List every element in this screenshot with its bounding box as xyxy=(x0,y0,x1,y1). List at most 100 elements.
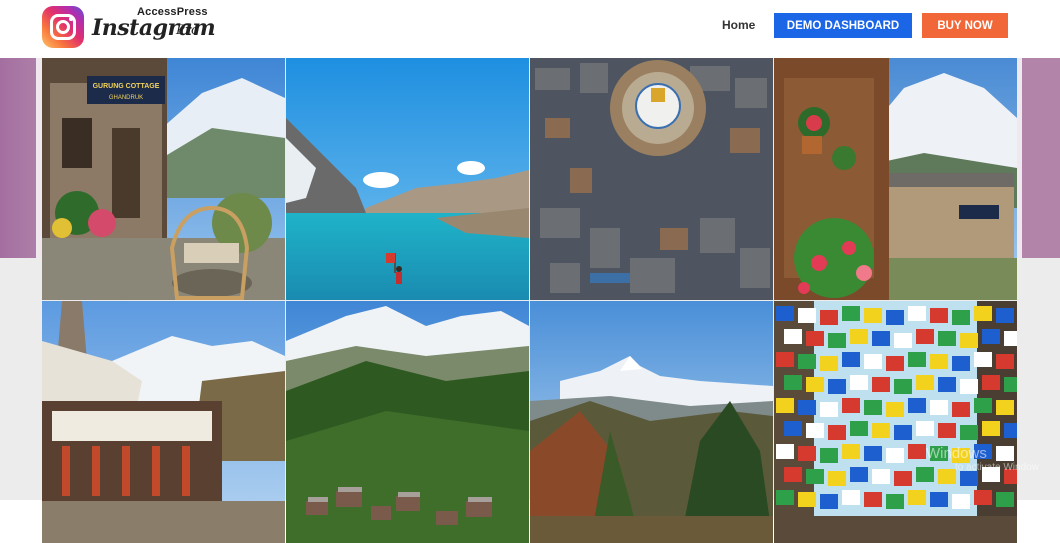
prayer-flag xyxy=(1004,377,1017,392)
prayer-flag xyxy=(996,308,1014,323)
prayer-flag xyxy=(930,308,948,323)
windows-watermark-line1: Windows xyxy=(926,445,987,462)
site-header: AccessPress Instagram Pro Home DEMO DASH… xyxy=(0,0,1060,55)
windows-watermark-line2: to activate Window xyxy=(955,462,1039,473)
prayer-flag xyxy=(798,354,816,369)
forest-photo xyxy=(530,301,773,543)
prayer-flag xyxy=(828,379,846,394)
prayer-flag xyxy=(820,310,838,325)
prayer-flag xyxy=(776,398,794,413)
monastery-photo xyxy=(42,301,285,543)
prayer-flag xyxy=(952,310,970,325)
prayer-flag xyxy=(842,352,860,367)
prayer-flag xyxy=(952,356,970,371)
prayer-flag xyxy=(916,375,934,390)
prayer-flag xyxy=(776,352,794,367)
gallery-item-prayer-flags[interactable] xyxy=(774,301,1017,543)
prayer-flag xyxy=(806,469,824,484)
prayer-flag xyxy=(820,494,838,509)
prayer-flag xyxy=(982,421,1000,436)
prayer-flag xyxy=(850,467,868,482)
prayer-flag xyxy=(952,494,970,509)
prayer-flag xyxy=(908,444,926,459)
prayer-flag xyxy=(938,331,956,346)
prayer-flag xyxy=(916,329,934,344)
prayer-flag xyxy=(798,446,816,461)
prayer-flag xyxy=(798,308,816,323)
prayer-flag xyxy=(864,446,882,461)
gallery-item-stupa-aerial[interactable] xyxy=(530,58,773,300)
prayer-flag xyxy=(960,379,978,394)
prayer-flag xyxy=(842,398,860,413)
cottage-photo: GURUNG COTTAGE GHANDRUK xyxy=(42,58,285,300)
prayer-flag xyxy=(886,356,904,371)
prayer-flag xyxy=(960,471,978,486)
prayer-flag xyxy=(864,308,882,323)
prayer-flag xyxy=(806,331,824,346)
gallery-item-green-hills-village[interactable] xyxy=(286,301,529,543)
hills-photo xyxy=(286,301,529,543)
prayer-flag xyxy=(842,444,860,459)
prayer-flag xyxy=(894,425,912,440)
prayer-flag xyxy=(1004,423,1017,438)
prayer-flag xyxy=(996,400,1014,415)
cottage-sign-line2: GHANDRUK xyxy=(109,95,143,101)
prayer-flag xyxy=(798,400,816,415)
prayer-flag xyxy=(996,354,1014,369)
prayer-flag xyxy=(894,379,912,394)
gallery-item-mountain-forest[interactable] xyxy=(530,301,773,543)
prayer-flag xyxy=(850,329,868,344)
prayer-flags-photo xyxy=(774,301,1017,543)
prayer-flag xyxy=(930,400,948,415)
stupa-photo xyxy=(530,58,773,300)
prayer-flag xyxy=(850,375,868,390)
prayer-flag xyxy=(960,425,978,440)
prayer-flag xyxy=(842,490,860,505)
prayer-flag xyxy=(820,402,838,417)
prayer-flag xyxy=(828,333,846,348)
prayer-flag xyxy=(996,446,1014,461)
prayer-flag xyxy=(886,448,904,463)
demo-dashboard-button[interactable]: DEMO DASHBOARD xyxy=(774,13,912,38)
prayer-flag xyxy=(916,467,934,482)
cottage-sign-line1: GURUNG COTTAGE xyxy=(93,83,160,90)
prayer-flag xyxy=(784,467,802,482)
prayer-flag xyxy=(974,398,992,413)
prayer-flag xyxy=(908,490,926,505)
prayer-flag xyxy=(974,490,992,505)
brand-sub-text: Pro xyxy=(176,23,199,38)
prayer-flag xyxy=(850,421,868,436)
prayer-flag xyxy=(842,306,860,321)
lake-photo xyxy=(286,58,529,300)
prayer-flag xyxy=(784,375,802,390)
gallery-item-monastery-mountain[interactable] xyxy=(42,301,285,543)
gallery-item-gurung-cottage[interactable]: GURUNG COTTAGE GHANDRUK xyxy=(42,58,285,300)
prayer-flag xyxy=(828,425,846,440)
prayer-flag xyxy=(864,354,882,369)
prayer-flag xyxy=(908,398,926,413)
gallery-item-turquoise-lake[interactable] xyxy=(286,58,529,300)
buy-now-button[interactable]: BUY NOW xyxy=(922,13,1008,38)
prayer-flag xyxy=(886,402,904,417)
prayer-flag xyxy=(952,402,970,417)
prayer-flag xyxy=(974,352,992,367)
prayer-flag xyxy=(938,469,956,484)
prayer-flag xyxy=(828,471,846,486)
prayer-flag xyxy=(908,306,926,321)
prayer-flag xyxy=(872,469,890,484)
instagram-gallery: GURUNG COTTAGE GHANDRUK xyxy=(42,58,1017,543)
instagram-logo-icon[interactable] xyxy=(42,6,84,48)
prayer-flag xyxy=(894,333,912,348)
prayer-flag xyxy=(872,377,890,392)
prayer-flag xyxy=(938,423,956,438)
prayer-flag xyxy=(776,306,794,321)
prayer-flag xyxy=(894,471,912,486)
prayer-flag xyxy=(1004,331,1017,346)
prayer-flag xyxy=(960,333,978,348)
prayer-flag xyxy=(886,310,904,325)
prayer-flag xyxy=(776,490,794,505)
prayer-flag xyxy=(820,448,838,463)
nav-home-link[interactable]: Home xyxy=(722,18,755,32)
prayer-flag xyxy=(982,329,1000,344)
gallery-item-village-flowers[interactable] xyxy=(774,58,1017,300)
